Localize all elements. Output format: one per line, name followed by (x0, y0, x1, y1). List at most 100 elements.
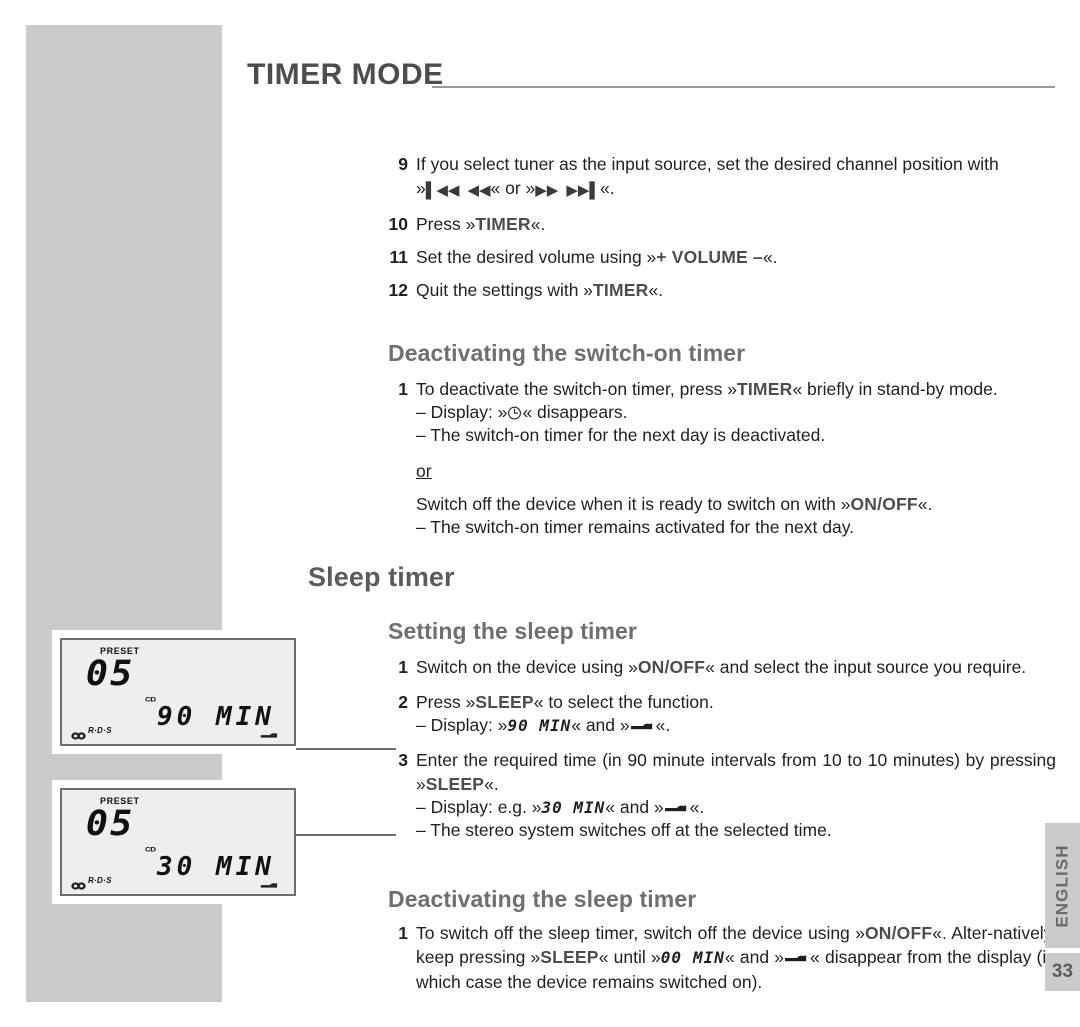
section-heading-deactivating-switch-on-timer: Deactivating the switch-on timer (388, 340, 746, 366)
bullet-text-post: «. (689, 797, 705, 817)
bullet-text-pre: – Display: e.g. » (416, 797, 542, 817)
skip-back-icon: ▌◀◀ (425, 182, 460, 199)
deactivating-switch-on-block: 1 To deactivate the switch-on timer, pre… (384, 377, 1056, 447)
callout-line-90min (296, 748, 396, 750)
step-number: 3 (398, 750, 408, 770)
setting-sleep-timer-block: 1 Switch on the device using »ON/OFF« an… (384, 655, 1056, 842)
step-text-line2-middle: « or » (490, 178, 536, 198)
rds-logo-icon (71, 877, 86, 890)
bullet-text-mid: « and » (605, 797, 664, 817)
step-text-pre: Press » (416, 692, 476, 712)
lcd-value-text: 90 MIN (507, 716, 572, 735)
list-item-sleep-step-1: 1 Switch on the device using »ON/OFF« an… (384, 655, 1056, 679)
lcd-preset-value: 05 (85, 804, 135, 844)
bullet-display-clock: – Display: » « disappears. (416, 401, 1056, 424)
keyword-timer: TIMER (475, 214, 531, 234)
section-heading-setting-sleep-timer: Setting the sleep timer (388, 618, 637, 644)
bed-icon (784, 946, 810, 962)
lcd-figure-90min: PRESET 05 CD 90 MIN R·D·S (52, 630, 304, 754)
bullet-display-30-min: – Display: e.g. »30 MIN« and » «. (416, 796, 1056, 819)
page-number-badge: 33 (1045, 953, 1080, 991)
rds-label: R·D·S (88, 726, 112, 735)
bullet-text-post: «. (655, 715, 671, 735)
bullet-text-pre: – Display: » (416, 402, 508, 422)
bullet-text-mid: « and » (571, 715, 630, 735)
keyword-sleep: SLEEP (540, 947, 599, 967)
or-separator: or (416, 461, 432, 481)
title-underline-rule (432, 86, 1055, 88)
list-item-step-9: 9 If you select tuner as the input sourc… (384, 152, 1056, 203)
step-text: If you select tuner as the input source,… (416, 154, 999, 174)
lcd-sleep-bed-icon (260, 877, 280, 888)
section-heading-sleep-timer: Sleep timer (308, 562, 455, 592)
keyword-timer: TIMER (593, 280, 649, 300)
lcd-rds-indicator: R·D·S (71, 876, 112, 890)
deactivating-sleep-timer-block: 1 To switch off the sleep timer, switch … (384, 921, 1056, 994)
lcd-source-label: CD (145, 696, 156, 703)
step-number: 12 (388, 280, 408, 300)
rds-label: R·D·S (88, 876, 112, 885)
step-text-pre: Switch on the device using » (416, 657, 638, 677)
step-text-post: «. (530, 214, 546, 234)
step-text-post: «. (484, 774, 499, 794)
rds-logo-icon (71, 727, 86, 740)
alternative-instruction: Switch off the device when it is ready t… (416, 493, 1056, 539)
lcd-rds-indicator: R·D·S (71, 726, 112, 740)
bullet-next-day-deactivated: – The switch-on timer for the next day i… (416, 425, 826, 445)
step-number: 1 (398, 379, 408, 399)
page-title: TIMER MODE (247, 58, 444, 91)
step-text-pre: Quit the settings with » (416, 280, 594, 300)
step-text-pre: Press » (416, 214, 476, 234)
list-item-sleep-step-2: 2 Press »SLEEP« to select the function. … (384, 690, 1056, 737)
skip-forward-icon: ▶▶▌ (566, 182, 601, 199)
step-text-pre: Set the desired volume using » (416, 247, 657, 267)
clock-icon (507, 403, 522, 420)
lcd-figure-30min: PRESET 05 CD 30 MIN R·D·S (52, 780, 304, 904)
fast-forward-icon: ▶▶ (535, 182, 559, 199)
list-item-sleep-step-3: 3 Enter the required time (in 90 minute … (384, 748, 1056, 842)
language-tab-label: ENGLISH (1052, 843, 1072, 928)
callout-line-30min (296, 834, 396, 836)
bed-icon (630, 715, 656, 730)
list-item-deactivate-step-1: 1 To switch off the sleep timer, switch … (384, 921, 1056, 994)
lcd-screen: PRESET 05 CD 30 MIN R·D·S (60, 788, 296, 896)
language-tab: ENGLISH (1045, 823, 1080, 948)
keyword-on-off: ON/OFF (850, 494, 918, 514)
step-text-post: «. (762, 247, 778, 267)
rewind-icon: ◀◀ (467, 182, 491, 199)
step-number: 1 (398, 657, 408, 677)
keyword-on-off: ON/OFF (864, 923, 933, 943)
step-number: 11 (389, 247, 409, 267)
bullet-text-post: « disappears. (522, 402, 628, 422)
text-d: « and » (724, 947, 785, 967)
keyword-sleep: SLEEP (425, 774, 485, 794)
lcd-time-value: 90 MIN (157, 702, 275, 732)
lcd-source-label: CD (145, 846, 156, 853)
step-text-post: «. (648, 280, 664, 300)
keyword-volume: + VOLUME – (656, 247, 763, 267)
bullet-display-90-min: – Display: »90 MIN« and » «. (416, 714, 1056, 737)
lcd-value-text: 30 MIN (541, 798, 606, 817)
lcd-value-text: 00 MIN (660, 948, 725, 967)
keyword-sleep: SLEEP (475, 692, 534, 712)
step-text-post: « briefly in stand-by mode. (792, 379, 998, 399)
list-item-step-10: 10 Press »TIMER«. (384, 212, 1056, 236)
keyword-on-off: ON/OFF (637, 657, 706, 677)
list-item-step-11: 11 Set the desired volume using »+ VOLUM… (384, 245, 1056, 269)
lcd-time-value: 30 MIN (157, 852, 275, 882)
lcd-sleep-bed-icon (260, 727, 280, 738)
step-text-line2-prefix: » (416, 178, 426, 198)
bed-icon (664, 797, 690, 812)
list-item-step-1: 1 To deactivate the switch-on timer, pre… (384, 377, 1056, 447)
lcd-preset-value: 05 (85, 654, 135, 694)
lcd-screen: PRESET 05 CD 90 MIN R·D·S (60, 638, 296, 746)
section-heading-deactivating-sleep-timer: Deactivating the sleep timer (388, 886, 697, 912)
step-text-pre: To deactivate the switch-on timer, press… (416, 379, 737, 399)
alt-text-pre: Switch off the device when it is ready t… (416, 494, 851, 514)
text-a: To switch off the sleep timer, switch of… (416, 923, 865, 943)
alt-text-post: «. (917, 494, 933, 514)
keyword-timer: TIMER (736, 379, 793, 399)
bullet-switches-off: – The stereo system switches off at the … (416, 820, 832, 840)
step-text-post: « and select the input source you requir… (705, 657, 1027, 677)
step-number: 10 (388, 214, 408, 234)
